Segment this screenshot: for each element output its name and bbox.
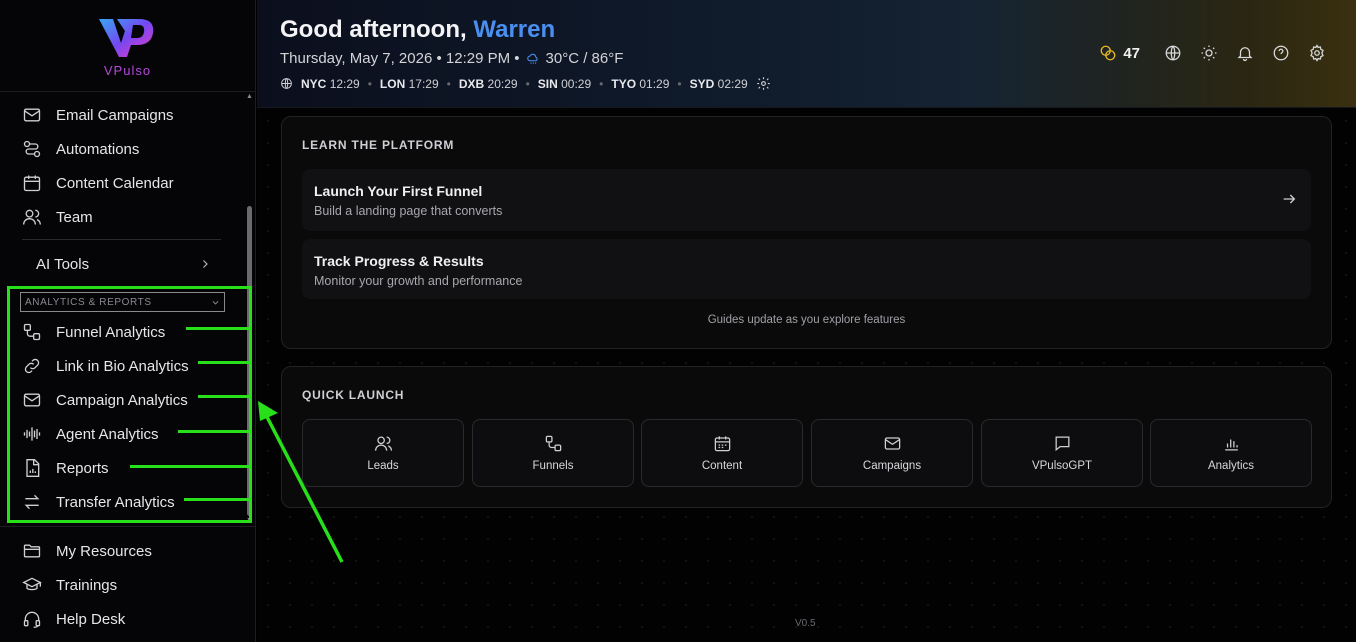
guides-note: Guides update as you explore features bbox=[707, 314, 906, 326]
help-circle-icon[interactable] bbox=[1272, 44, 1290, 62]
globe-icon[interactable] bbox=[1164, 44, 1182, 62]
sidebar-item-email-campaigns[interactable]: Email Campaigns bbox=[22, 102, 174, 128]
clock-settings-gear-icon[interactable] bbox=[756, 76, 771, 91]
clock-lon: LON 17:29 bbox=[379, 76, 439, 91]
highlight-box bbox=[7, 286, 252, 523]
cloud-rain-icon bbox=[526, 53, 538, 64]
clock-tyo: TYO 01:29 bbox=[611, 76, 670, 91]
chevron-right-icon bbox=[203, 260, 208, 268]
credits-badge[interactable]: 47 bbox=[1099, 44, 1140, 62]
clock-dxb: DXB 20:29 bbox=[458, 76, 518, 91]
sidebar-item-team[interactable]: Team bbox=[22, 204, 93, 230]
sidebar-item-help-desk[interactable]: Help Desk bbox=[22, 606, 125, 632]
highlight-line bbox=[178, 430, 250, 433]
quick-launch-card: QUICK LAUNCH Leads Funnels Content Campa… bbox=[281, 366, 1332, 508]
calendar-icon bbox=[23, 175, 41, 192]
brand-name: VPulso bbox=[103, 63, 152, 78]
scroll-up-icon[interactable]: ▲ bbox=[246, 93, 253, 101]
highlight-line bbox=[130, 465, 250, 468]
quick-launch-analytics[interactable]: Analytics bbox=[1150, 419, 1312, 487]
coins-icon bbox=[1100, 45, 1116, 61]
sidebar-item-trainings[interactable]: Trainings bbox=[22, 572, 117, 598]
sun-icon[interactable] bbox=[1200, 44, 1218, 62]
quick-launch-content[interactable]: Content bbox=[641, 419, 803, 487]
users-icon bbox=[374, 436, 392, 451]
sidebar-item-ai-tools[interactable]: AI Tools bbox=[36, 254, 211, 274]
graduation-cap-icon bbox=[22, 577, 42, 591]
bar-chart-icon bbox=[1224, 439, 1238, 451]
quick-launch-funnels[interactable]: Funnels bbox=[472, 419, 634, 487]
calendar-icon bbox=[714, 436, 730, 452]
funnel-nodes-icon bbox=[545, 435, 561, 452]
sidebar-item-my-resources[interactable]: My Resources bbox=[22, 538, 152, 564]
main-content: Good afternoon, Warren Thursday, May 7, … bbox=[257, 0, 1356, 642]
arrow-right-icon bbox=[1283, 194, 1296, 204]
users-icon bbox=[23, 209, 41, 225]
date-weather: Thursday, May 7, 2026 • 12:29 PM • 30°C … bbox=[280, 50, 624, 67]
clock-syd: SYD 02:29 bbox=[689, 76, 748, 91]
highlight-line bbox=[184, 498, 250, 501]
sidebar-divider bbox=[22, 239, 221, 240]
version-label: V0.5 bbox=[795, 618, 816, 629]
clock-nyc: NYC 12:29 bbox=[301, 76, 360, 91]
headset-icon bbox=[23, 611, 41, 628]
learn-title: LEARN THE PLATFORM bbox=[302, 138, 455, 152]
clock-sin: SIN 00:29 bbox=[537, 76, 592, 91]
sidebar-bottom-divider bbox=[0, 526, 256, 527]
weather: 30°C / 86°F bbox=[545, 50, 624, 67]
folder-icon bbox=[23, 544, 41, 558]
learn-item-first-funnel[interactable]: Launch Your First Funnel Build a landing… bbox=[302, 169, 1311, 231]
mail-icon bbox=[884, 437, 900, 450]
highlight-line bbox=[198, 361, 250, 364]
sidebar-item-automations[interactable]: Automations bbox=[22, 136, 139, 162]
quick-launch-campaigns[interactable]: Campaigns bbox=[811, 419, 973, 487]
chat-icon bbox=[1055, 436, 1069, 452]
user-name: Warren bbox=[473, 16, 556, 43]
highlight-arrow-icon bbox=[258, 401, 344, 563]
greeting: Good afternoon, Warren bbox=[280, 16, 556, 43]
highlight-line bbox=[186, 327, 250, 330]
world-clocks: NYC 12:29 • LON 17:29 • DXB 20:29 • SIN … bbox=[280, 76, 771, 91]
learn-item-track-progress[interactable]: Track Progress & Results Monitor your gr… bbox=[302, 239, 1311, 299]
globe-icon bbox=[281, 78, 292, 89]
mail-icon bbox=[23, 108, 41, 122]
highlight-line bbox=[198, 395, 250, 398]
logo[interactable]: VPulso bbox=[0, 0, 255, 92]
quick-launch-vpulsogpt[interactable]: VPulsoGPT bbox=[981, 419, 1143, 487]
settings-gear-icon[interactable] bbox=[1308, 44, 1326, 62]
header: Good afternoon, Warren Thursday, May 7, … bbox=[257, 0, 1356, 108]
learn-platform-card: LEARN THE PLATFORM Launch Your First Fun… bbox=[281, 116, 1332, 349]
bell-icon[interactable] bbox=[1236, 44, 1254, 62]
sidebar-item-content-calendar[interactable]: Content Calendar bbox=[22, 170, 174, 196]
vpulso-logo-icon bbox=[98, 19, 153, 57]
workflow-icon bbox=[23, 140, 41, 158]
header-actions: 47 bbox=[1099, 44, 1326, 62]
